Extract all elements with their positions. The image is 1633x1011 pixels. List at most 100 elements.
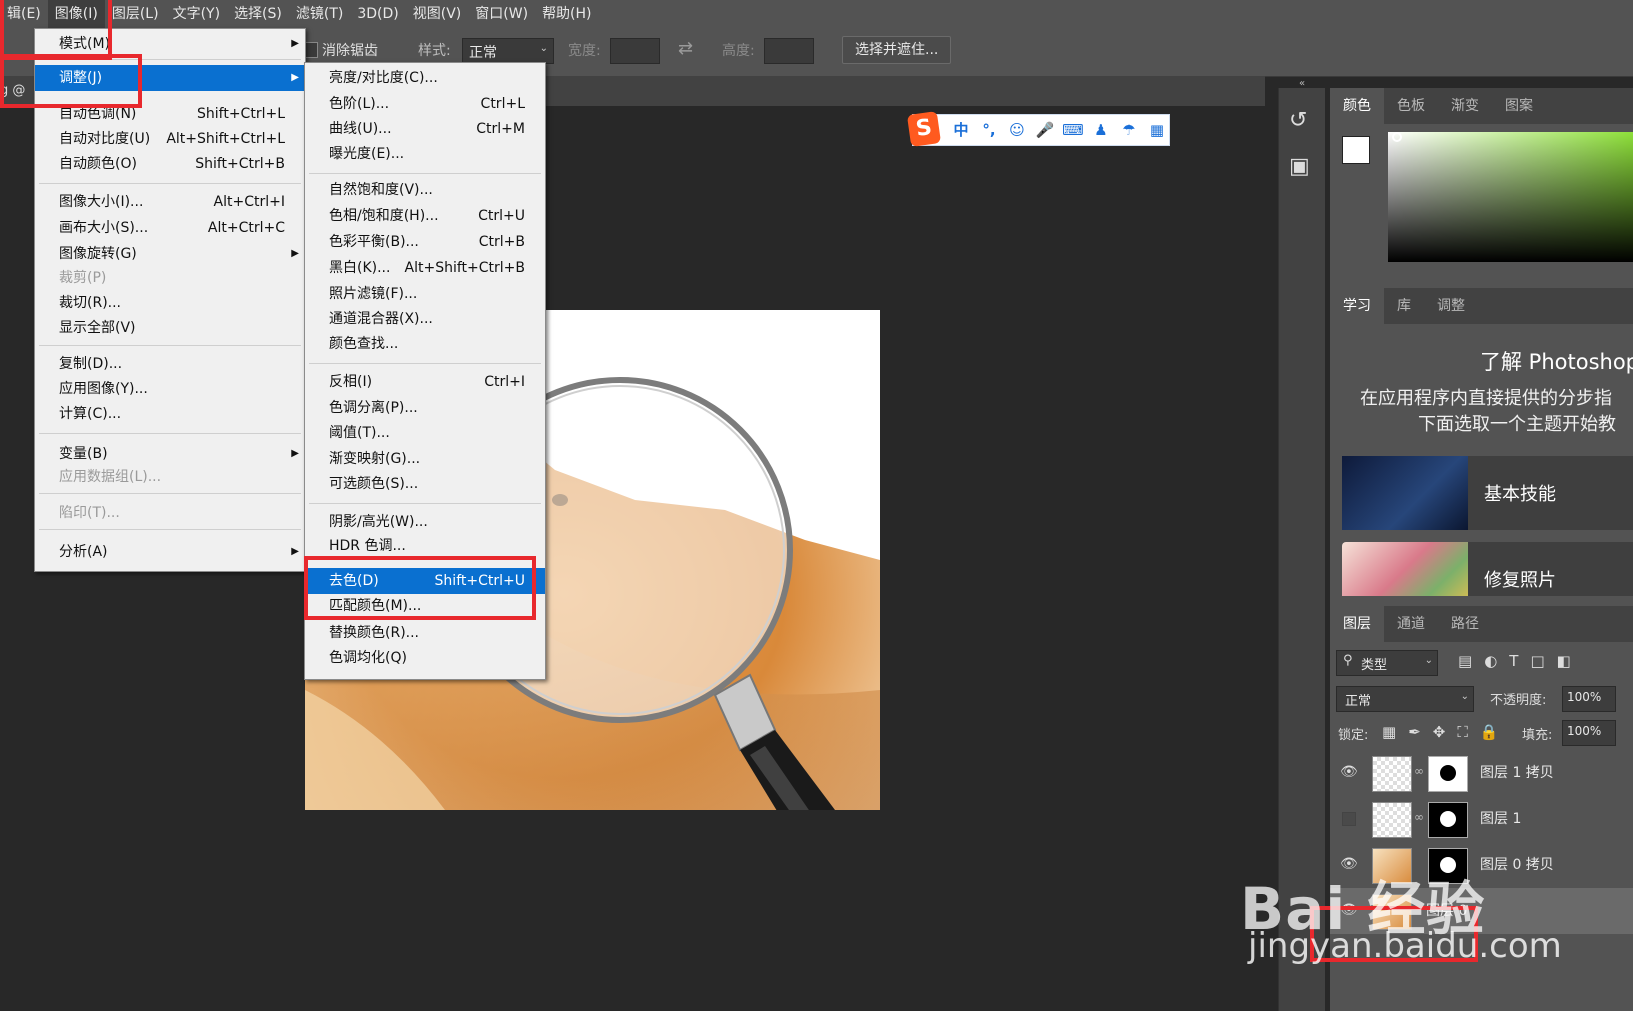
- menu-item-calculations[interactable]: 计算(C)...: [35, 401, 305, 427]
- menu-item-brightness-contrast[interactable]: 亮度/对比度(C)...: [305, 65, 545, 91]
- swap-icon[interactable]: ⇄: [678, 38, 693, 59]
- menu-item-trim[interactable]: 裁切(R)...: [35, 290, 305, 316]
- tab-gradients[interactable]: 渐变: [1438, 88, 1492, 124]
- type-filter-icon[interactable]: T: [1509, 652, 1518, 670]
- link-icon[interactable]: ∞: [1414, 764, 1424, 778]
- lock-transparent-icon[interactable]: ▦: [1382, 723, 1396, 741]
- menu-item-duplicate[interactable]: 复制(D)...: [35, 351, 305, 377]
- menu-item-posterize[interactable]: 色调分离(P)...: [305, 395, 545, 421]
- menu-item-reveal-all[interactable]: 显示全部(V): [35, 315, 305, 341]
- keyboard-icon[interactable]: ⌨: [1062, 119, 1084, 141]
- menu-item-equalize[interactable]: 色调均化(Q): [305, 645, 545, 671]
- menu-select[interactable]: 选择(S): [227, 0, 289, 28]
- color-picker-cursor[interactable]: [1392, 132, 1402, 142]
- visibility-toggle-off[interactable]: [1342, 812, 1356, 826]
- shape-filter-icon[interactable]: □: [1530, 652, 1544, 670]
- skin-shirt-icon[interactable]: ☂: [1118, 119, 1140, 141]
- menu-item-selective-color[interactable]: 可选颜色(S)...: [305, 471, 545, 497]
- menu-item-curves[interactable]: 曲线(U)... Ctrl+M: [305, 116, 545, 142]
- learn-title: 了解 Photoshop: [1480, 350, 1633, 374]
- search-icon: ⚲: [1343, 653, 1353, 668]
- opacity-input[interactable]: 100%: [1562, 686, 1616, 712]
- menu-view[interactable]: 视图(V): [406, 0, 469, 28]
- tab-channels[interactable]: 通道: [1384, 606, 1438, 642]
- lock-all-icon[interactable]: 🔒: [1480, 723, 1499, 741]
- emoji-icon[interactable]: ☺: [1006, 119, 1028, 141]
- menu-item-levels[interactable]: 色阶(L)... Ctrl+L: [305, 91, 545, 117]
- layer-name[interactable]: 图层 0 拷贝: [1480, 842, 1554, 888]
- layer-row[interactable]: 👁 ∞ 图层 1 拷贝: [1330, 750, 1633, 796]
- menu-item-color-balance[interactable]: 色彩平衡(B)... Ctrl+B: [305, 229, 545, 255]
- 3d-cube-icon[interactable]: ▣: [1289, 154, 1310, 179]
- history-icon[interactable]: ↺: [1289, 108, 1307, 133]
- layer-row[interactable]: ∞ 图层 1: [1330, 796, 1633, 842]
- style-select[interactable]: 正常 ⌄: [462, 38, 554, 64]
- menu-window[interactable]: 窗口(W): [468, 0, 535, 28]
- menu-item-color-lookup[interactable]: 颜色查找...: [305, 331, 545, 357]
- ime-mode-icon[interactable]: 中: [950, 119, 972, 141]
- menu-item-threshold[interactable]: 阈值(T)...: [305, 420, 545, 446]
- layer-filter-select[interactable]: ⚲ 类型 ⌄: [1336, 650, 1438, 676]
- menu-item-replace-color[interactable]: 替换颜色(R)...: [305, 620, 545, 646]
- link-icon[interactable]: ∞: [1414, 810, 1424, 824]
- menu-item-hue-saturation[interactable]: 色相/饱和度(H)... Ctrl+U: [305, 203, 545, 229]
- tab-paths[interactable]: 路径: [1438, 606, 1492, 642]
- menu-item-exposure[interactable]: 曝光度(E)...: [305, 141, 545, 167]
- menu-item-invert[interactable]: 反相(I) Ctrl+I: [305, 369, 545, 395]
- visibility-eye-icon[interactable]: 👁: [1340, 764, 1358, 782]
- menu-item-image-rotation[interactable]: 图像旋转(G) ▶: [35, 241, 305, 267]
- menu-item-apply-image[interactable]: 应用图像(Y)...: [35, 376, 305, 402]
- tab-learn[interactable]: 学习: [1330, 288, 1384, 324]
- blend-mode-select[interactable]: 正常 ⌄: [1336, 686, 1474, 712]
- menu-item-auto-contrast[interactable]: 自动对比度(U) Alt+Shift+Ctrl+L: [35, 126, 305, 152]
- menu-item-vibrance[interactable]: 自然饱和度(V)...: [305, 177, 545, 203]
- learn-desc-line2: 下面选取一个主题开始教: [1418, 414, 1616, 435]
- microphone-icon[interactable]: 🎤: [1034, 119, 1056, 141]
- sogou-logo-icon[interactable]: S: [906, 111, 942, 147]
- fill-input[interactable]: 100%: [1562, 720, 1616, 746]
- menu-type[interactable]: 文字(Y): [166, 0, 227, 28]
- tab-layers[interactable]: 图层: [1330, 606, 1384, 642]
- tab-color[interactable]: 颜色: [1330, 88, 1384, 124]
- menu-3d[interactable]: 3D(D): [350, 0, 405, 28]
- menu-item-gradient-map[interactable]: 渐变映射(G)...: [305, 446, 545, 472]
- menu-filter[interactable]: 滤镜(T): [289, 0, 350, 28]
- user-icon[interactable]: ♟: [1090, 119, 1112, 141]
- menu-help[interactable]: 帮助(H): [535, 0, 598, 28]
- width-input[interactable]: [610, 38, 660, 64]
- ime-toolbar: S 中 °, ☺ 🎤 ⌨ ♟ ☂ ▦: [906, 111, 1170, 147]
- collapse-icon[interactable]: «: [1279, 78, 1325, 89]
- lock-artboard-icon[interactable]: ⛶: [1457, 723, 1468, 741]
- tab-swatches[interactable]: 色板: [1384, 88, 1438, 124]
- menu-layer[interactable]: 图层(L): [105, 0, 166, 28]
- ime-punct-icon[interactable]: °,: [978, 119, 1000, 141]
- select-and-mask-button[interactable]: 选择并遮住...: [842, 36, 952, 64]
- layer-name[interactable]: 图层 1: [1480, 796, 1521, 842]
- menu-item-auto-color[interactable]: 自动颜色(O) Shift+Ctrl+B: [35, 151, 305, 177]
- foreground-color-swatch[interactable]: [1342, 136, 1370, 164]
- menu-item-analysis[interactable]: 分析(A) ▶: [35, 539, 305, 565]
- height-input[interactable]: [764, 38, 814, 64]
- layer-name[interactable]: 图层 1 拷贝: [1480, 750, 1554, 796]
- lock-brush-icon[interactable]: ✒: [1408, 723, 1421, 741]
- menu-item-channel-mixer[interactable]: 通道混合器(X)...: [305, 306, 545, 332]
- menu-item-black-white[interactable]: 黑白(K)... Alt+Shift+Ctrl+B: [305, 255, 545, 281]
- learn-card-basic[interactable]: 基本技能: [1342, 456, 1633, 530]
- lock-position-icon[interactable]: ✥: [1433, 723, 1446, 741]
- menu-item-canvas-size[interactable]: 画布大小(S)... Alt+Ctrl+C: [35, 215, 305, 241]
- tab-libraries[interactable]: 库: [1384, 288, 1424, 324]
- learn-card-repair[interactable]: 修复照片: [1342, 542, 1633, 596]
- menu-item-image-size[interactable]: 图像大小(I)... Alt+Ctrl+I: [35, 189, 305, 215]
- tab-adjustments[interactable]: 调整: [1424, 288, 1478, 324]
- image-filter-icon[interactable]: ▤: [1458, 652, 1472, 670]
- smart-object-filter-icon[interactable]: ◧: [1557, 652, 1571, 670]
- menu-item-shadows-highlights[interactable]: 阴影/高光(W)...: [305, 509, 545, 535]
- card-thumbnail: [1342, 456, 1468, 530]
- color-picker-field[interactable]: [1388, 132, 1633, 262]
- adjustment-filter-icon[interactable]: ◐: [1484, 652, 1497, 670]
- layer-mask-thumbnail[interactable]: [1428, 756, 1468, 792]
- tab-patterns[interactable]: 图案: [1492, 88, 1546, 124]
- menu-item-photo-filter[interactable]: 照片滤镜(F)...: [305, 281, 545, 307]
- layer-mask-thumbnail[interactable]: [1428, 802, 1468, 838]
- toolbox-grid-icon[interactable]: ▦: [1146, 119, 1168, 141]
